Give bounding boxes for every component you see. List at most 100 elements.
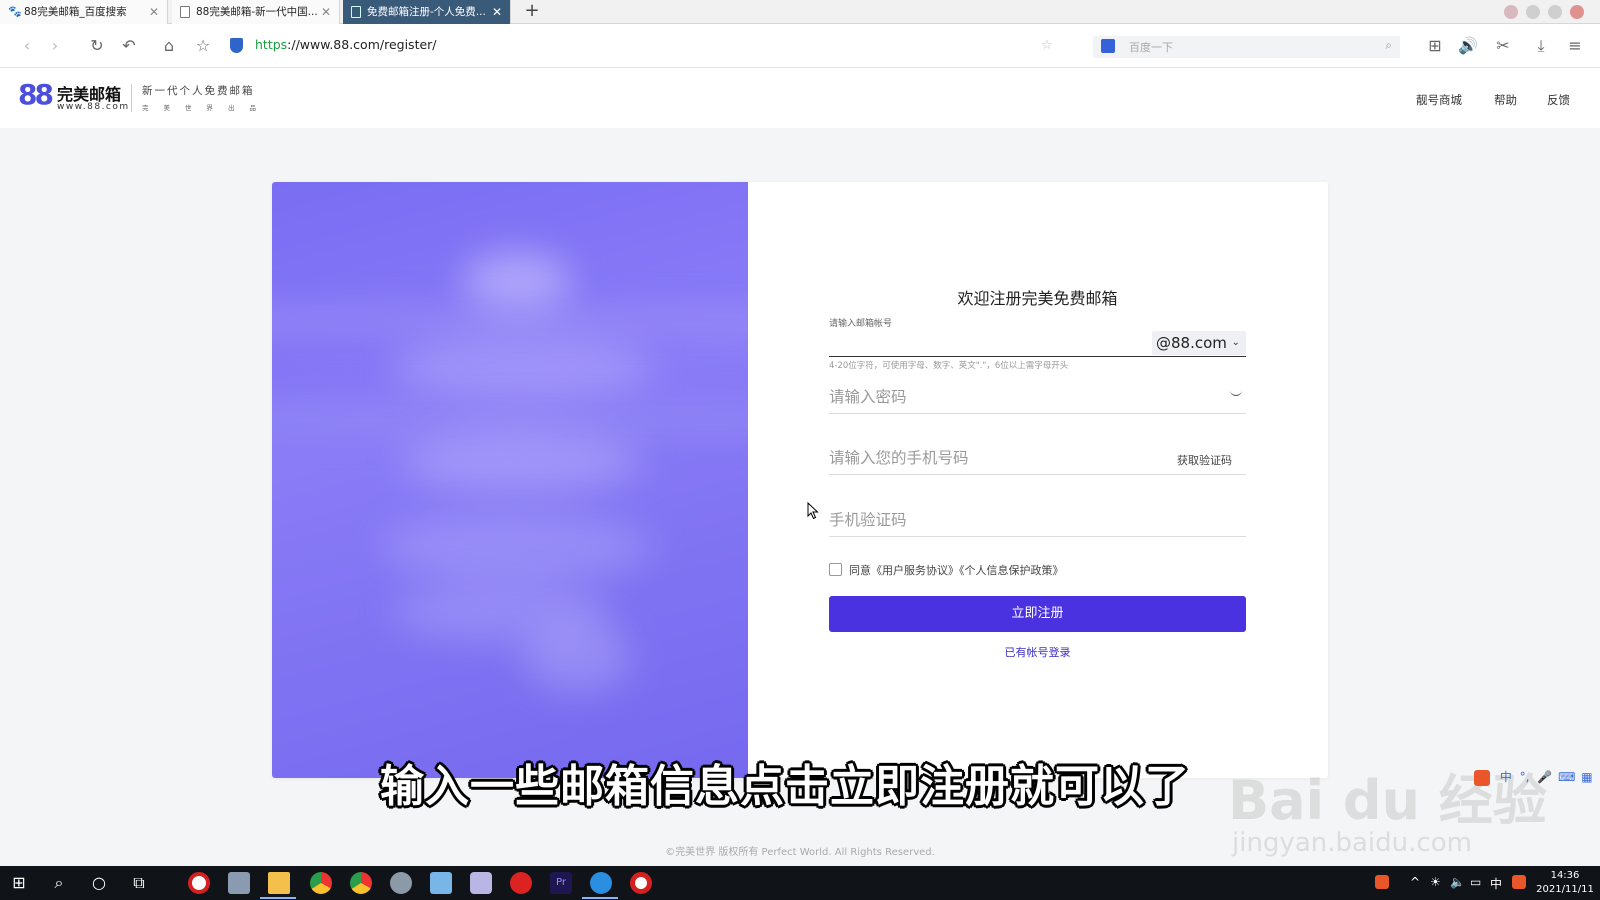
register-form: 欢迎注册完美免费邮箱 请输入邮箱帐号 @88.com ⌄ 4-20位字符，可使用… xyxy=(829,182,1246,778)
nav-number-store[interactable]: 靓号商城 xyxy=(1416,92,1462,108)
email-input[interactable] xyxy=(829,332,1145,354)
forward-icon[interactable]: › xyxy=(44,35,66,57)
apps-icon[interactable]: ⊞ xyxy=(1424,35,1446,57)
file-explorer-icon[interactable] xyxy=(268,872,290,894)
baidu-watermark-url: jingyan.baidu.com xyxy=(1232,828,1472,858)
phone-row: 获取验证码 xyxy=(829,439,1246,475)
close-icon[interactable]: ✕ xyxy=(492,0,502,24)
close-icon[interactable]: ✕ xyxy=(321,0,331,24)
tab-baidu-search[interactable]: 🐾 88完美邮箱_百度搜索 ✕ xyxy=(0,0,168,24)
site-header: 88 完美邮箱 www.88.com 新一代个人免费邮箱 完美世界出品 靓号商城… xyxy=(0,68,1600,128)
home-icon[interactable]: ⌂ xyxy=(158,35,180,57)
email-label: 请输入邮箱帐号 xyxy=(829,319,893,329)
premiere-icon[interactable]: Pr xyxy=(550,872,572,894)
back-icon[interactable]: ‹ xyxy=(16,35,38,57)
scissors-icon[interactable]: ✂ xyxy=(1492,35,1514,57)
volume-icon[interactable]: 🔈 xyxy=(1450,875,1465,889)
recorder-icon[interactable] xyxy=(630,872,652,894)
agree-text[interactable]: 同意《用户服务协议》《个人信息保护政策》 xyxy=(849,564,1064,577)
steam-icon[interactable] xyxy=(390,872,412,894)
logo-divider xyxy=(131,84,132,112)
ime-mode[interactable]: 中 xyxy=(1500,770,1512,784)
windows-start-icon[interactable]: ⊞ xyxy=(8,872,30,894)
form-title: 欢迎注册完美免费邮箱 xyxy=(957,289,1118,308)
record-app-icon[interactable] xyxy=(188,872,210,894)
get-code-button[interactable]: 获取验证码 xyxy=(1177,452,1232,468)
punct-icon[interactable]: °, xyxy=(1520,770,1530,784)
clock[interactable]: 14:36 2021/11/11 xyxy=(1534,869,1596,897)
hero-image xyxy=(272,182,748,778)
search-icon[interactable]: ⌕ xyxy=(48,872,70,894)
register-card: 欢迎注册完美免费邮箱 请输入邮箱帐号 @88.com ⌄ 4-20位字符，可使用… xyxy=(272,182,1328,778)
logo-url: www.88.com xyxy=(57,102,130,112)
sogou-tray-icon[interactable] xyxy=(1375,875,1389,889)
skin-icon[interactable] xyxy=(1504,5,1518,19)
search-icon[interactable]: ⌕ xyxy=(1385,38,1392,53)
tray-chevron-icon[interactable]: ^ xyxy=(1410,875,1420,889)
browser-tab-strip: 🐾 88完美邮箱_百度搜索 ✕ 88完美邮箱-新一代中国... ✕ 免费邮箱注册… xyxy=(0,0,1600,24)
menu-icon[interactable]: ≡ xyxy=(1564,35,1586,57)
domain-select[interactable]: @88.com ⌄ xyxy=(1152,331,1246,355)
chrome-icon[interactable] xyxy=(310,872,332,894)
search-input[interactable]: 百度一下 xyxy=(1129,39,1173,55)
tray-app-icon[interactable]: ☀ xyxy=(1430,875,1441,889)
security-shield-icon[interactable] xyxy=(230,38,243,53)
ime-indicator[interactable]: 中 xyxy=(1490,875,1502,892)
nav-help[interactable]: 帮助 xyxy=(1494,92,1517,108)
paw-icon: 🐾 xyxy=(8,5,22,18)
bookmark-star-icon[interactable]: ☆ xyxy=(1036,35,1058,57)
window-close-icon[interactable] xyxy=(1570,5,1584,19)
undo-icon[interactable]: ↶ xyxy=(118,35,140,57)
netease-music-icon[interactable] xyxy=(510,872,532,894)
active-indicator xyxy=(582,897,618,899)
browser-icon[interactable] xyxy=(590,872,612,894)
clock-date: 2021/11/11 xyxy=(1536,884,1594,895)
tagline-small: 完美世界出品 xyxy=(142,104,271,112)
sogou-icon[interactable] xyxy=(1474,769,1490,786)
restore-icon[interactable] xyxy=(1548,5,1562,19)
email-underline xyxy=(829,356,1246,357)
agreement: 同意《用户服务协议》《个人信息保护政策》 xyxy=(829,562,1064,578)
taskbar: ⊞ ⌕ ○ ⧉ Pr ^ ☀ 🔈 ▭ 中 14:36 2021/11/11 xyxy=(0,866,1600,900)
domain-value: @88.com xyxy=(1156,334,1227,352)
browser-toolbar: ‹ › ↻ ↶ ⌂ ☆ https://www.88.com/register/… xyxy=(0,24,1600,68)
grid-icon[interactable]: ▦ xyxy=(1581,770,1592,784)
task-view-icon[interactable]: ⧉ xyxy=(128,872,150,894)
tab-label: 88完美邮箱-新一代中国... xyxy=(196,6,318,18)
disk-icon[interactable] xyxy=(470,872,492,894)
password-input[interactable] xyxy=(829,384,1159,410)
sogou-ime-icon[interactable] xyxy=(1512,875,1526,889)
page-icon xyxy=(180,6,190,18)
eye-closed-icon[interactable] xyxy=(1230,390,1242,396)
chevron-down-icon: ⌄ xyxy=(1231,337,1240,348)
tab-label: 免费邮箱注册-个人免费... xyxy=(367,6,486,18)
app-icon[interactable] xyxy=(228,872,250,894)
search-box[interactable]: 百度一下 ⌕ xyxy=(1093,36,1400,58)
video-subtitle: 输入一些邮箱信息点击立即注册就可以了 xyxy=(380,761,1190,812)
tab-88-home[interactable]: 88完美邮箱-新一代中国... ✕ xyxy=(172,0,340,24)
download-icon[interactable]: ⤓ xyxy=(1530,35,1552,57)
phone-input[interactable] xyxy=(829,445,1159,471)
search-engine-icon[interactable] xyxy=(1101,39,1115,53)
network-icon[interactable]: ▭ xyxy=(1470,875,1481,889)
chrome-icon-2[interactable] xyxy=(350,872,372,894)
login-link[interactable]: 已有帐号登录 xyxy=(829,644,1246,660)
cortana-icon[interactable]: ○ xyxy=(88,872,110,894)
register-button[interactable]: 立即注册 xyxy=(829,596,1246,632)
keyboard-icon[interactable]: ⌨ xyxy=(1558,770,1575,784)
minimize-icon[interactable] xyxy=(1526,5,1540,19)
address-bar[interactable]: https://www.88.com/register/ xyxy=(255,37,437,52)
mic-icon[interactable]: 🎤 xyxy=(1537,770,1552,784)
close-icon[interactable]: ✕ xyxy=(149,0,159,24)
reload-icon[interactable]: ↻ xyxy=(86,35,108,57)
agree-checkbox[interactable] xyxy=(829,563,842,576)
tab-register[interactable]: 免费邮箱注册-个人免费... ✕ xyxy=(343,0,511,24)
sms-code-input[interactable] xyxy=(829,507,1159,533)
logo-mark[interactable]: 88 xyxy=(18,78,54,111)
nav-feedback[interactable]: 反馈 xyxy=(1547,92,1570,108)
favorite-icon[interactable]: ☆ xyxy=(192,35,214,57)
speaker-icon[interactable]: 🔊 xyxy=(1457,35,1479,57)
tab-label: 88完美邮箱_百度搜索 xyxy=(24,6,127,18)
new-tab-button[interactable]: + xyxy=(515,0,549,24)
notepad-icon[interactable] xyxy=(430,872,452,894)
